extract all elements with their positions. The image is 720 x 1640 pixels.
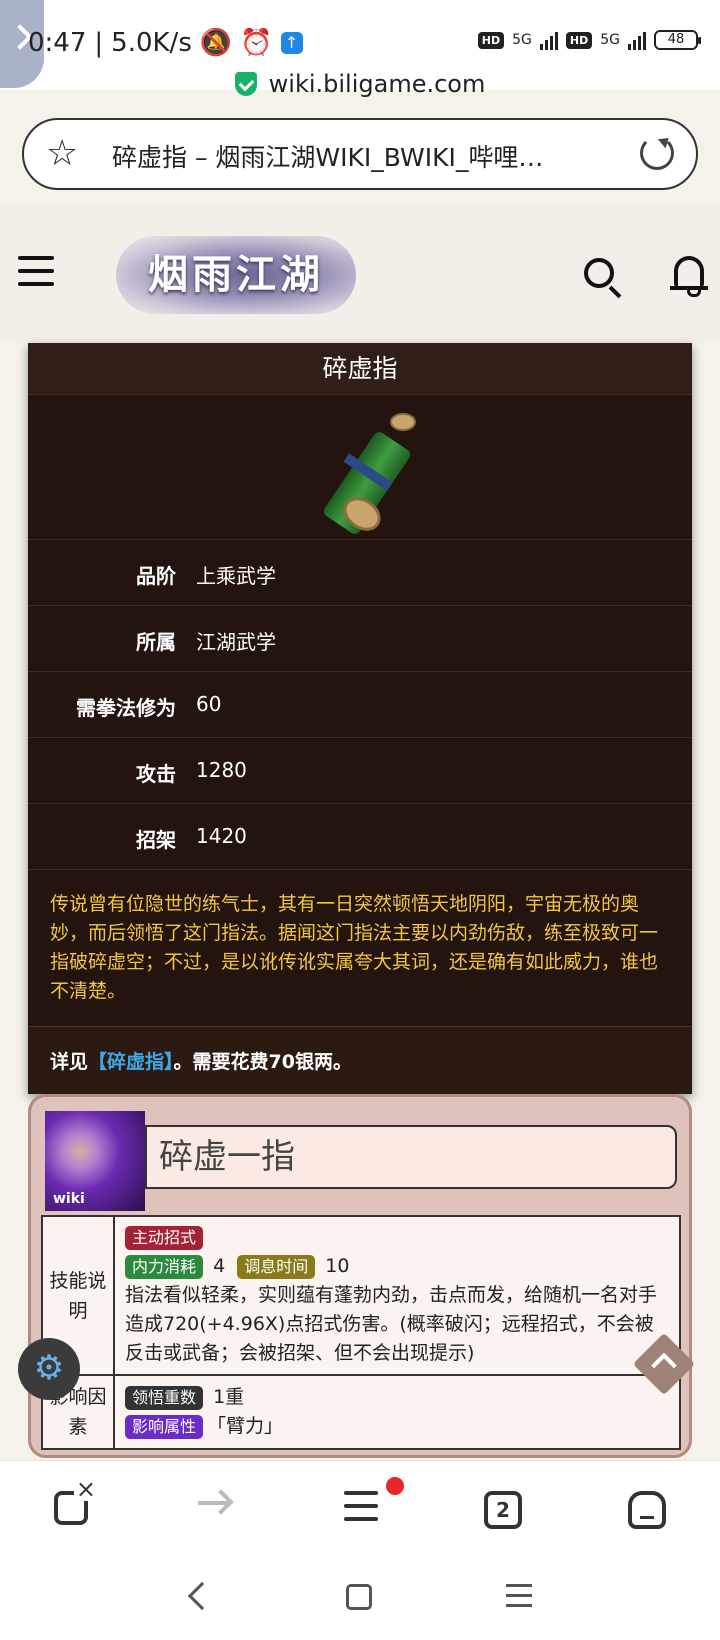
battery-icon: 48 [654,30,701,50]
factor-cell: 领悟重数 1重 影响属性 「臂力」 [113,1374,681,1450]
row-value: 60 [196,692,222,716]
row-key: 品阶 [136,564,176,588]
row-value: 1280 [196,758,247,782]
row-value: 1420 [196,824,247,848]
secure-domain: wiki.biligame.com [0,70,720,98]
row-key: 招架 [136,828,176,852]
skill-card: wiki 碎虚一指 技能说明 主动招式 内力消耗 4 调息时间 10 指法看似轻… [28,1094,692,1458]
status-right: HD 5G HD 5G 48 [477,30,701,50]
home-icon[interactable] [628,1491,666,1529]
status-left: 0:47 | 5.0K/s 🔕 ⏰ ↑ [28,28,303,58]
layers-value: 1重 [213,1386,245,1408]
row-key: 需拳法修为 [76,696,176,720]
site-logo[interactable]: 烟雨江湖 [116,236,356,314]
star-icon[interactable]: ☆ [46,134,78,174]
infobox-title: 碎虚指 [28,343,692,395]
hd-badge: HD [477,31,505,49]
skill-link[interactable]: 【碎虚指】 [88,1051,174,1073]
back-icon[interactable] [187,1581,217,1611]
row-key: 攻击 [136,762,176,786]
infobox-row-requirement: 需拳法修为 60 [28,671,692,737]
alarm-icon: ⏰ [240,28,273,58]
layers-tag: 领悟重数 [125,1386,204,1410]
infobox-row-attack: 攻击 1280 [28,737,692,803]
infobox-image [28,395,692,539]
address-bar[interactable]: ☆ 碎虚指 – 烟雨江湖WIKI_BWIKI_哔哩… [22,118,698,190]
forward-icon[interactable] [198,1501,228,1505]
bell-icon[interactable] [670,256,708,297]
row-key: 所属 [136,630,176,654]
table-row: 技能说明 主动招式 内力消耗 4 调息时间 10 指法看似轻柔，实则蕴有蓬勃内劲… [41,1215,681,1376]
tabs-button[interactable]: 2 [484,1491,522,1529]
network-label-2: 5G [600,32,620,48]
cooldown-value: 10 [325,1255,350,1277]
hd-badge-2: HD [565,31,593,49]
skill-desc-text: 指法看似轻柔，实则蕴有蓬勃内劲，击点而发，给随机一名对手造成720(+4.96X… [125,1284,658,1364]
settings-gear-icon[interactable]: ⚙ [18,1338,80,1400]
close-page-icon[interactable] [54,1477,98,1525]
infobox-row-grade: 品阶 上乘武学 [28,539,692,605]
scroll-icon [321,413,432,538]
skill-table: 技能说明 主动招式 内力消耗 4 调息时间 10 指法看似轻柔，实则蕴有蓬勃内劲… [41,1215,681,1450]
page-title[interactable]: 碎虚指 – 烟雨江湖WIKI_BWIKI_哔哩… [112,138,612,174]
system-nav [0,1556,720,1640]
search-icon[interactable] [584,258,614,288]
reload-icon[interactable] [640,136,674,170]
status-time: 0:47 [28,28,87,58]
signal-icon-2 [628,30,646,50]
menu-icon[interactable] [18,256,54,295]
thumb-watermark: wiki [53,1191,85,1207]
table-row: 影响因素 领悟重数 1重 影响属性 「臂力」 [41,1374,681,1450]
infobox-row-parry: 招架 1420 [28,803,692,869]
inner-cost-value: 4 [213,1255,226,1277]
infobox-description: 传说曾有位隐世的练气士，其有一日突然顿悟天地阴阳，宇宙无极的奥妙，而后领悟了这门… [28,869,692,1026]
skill-name: 碎虚一指 [145,1125,677,1189]
infobox-row-category: 所属 江湖武学 [28,605,692,671]
cooldown-tag: 调息时间 [237,1255,316,1279]
network-label: 5G [512,32,532,48]
upload-icon: ↑ [280,32,303,54]
skill-thumbnail: wiki [45,1111,145,1211]
domain-text: wiki.biligame.com [268,70,486,98]
attribute-tag: 影响属性 [125,1415,204,1439]
status-speed: 5.0K/s [111,28,192,58]
home-square-icon[interactable] [346,1584,372,1610]
recents-icon[interactable] [506,1584,532,1614]
active-move-tag: 主动招式 [125,1226,204,1250]
menu-icon-bottom[interactable] [344,1477,404,1530]
skill-desc-cell: 主动招式 内力消耗 4 调息时间 10 指法看似轻柔，实则蕴有蓬勃内劲，击点而发… [113,1215,681,1376]
inner-cost-tag: 内力消耗 [125,1255,204,1279]
notification-dot [386,1477,404,1495]
status-bar: 0:47 | 5.0K/s 🔕 ⏰ ↑ HD 5G HD 5G 48 wiki.… [0,0,720,98]
signal-icon [539,30,558,50]
site-header: 烟雨江湖 [0,206,720,342]
infobox-more: 详见【碎虚指】。需要花费70银两。 [28,1026,692,1094]
infobox: 碎虚指 品阶 上乘武学 所属 江湖武学 需拳法修为 60 攻击 1280 招架 … [28,343,692,1094]
shield-icon [234,72,257,96]
mute-icon: 🔕 [199,28,233,58]
row-value: 江湖武学 [196,630,276,654]
row-value: 上乘武学 [196,564,276,588]
attribute-value: 「臂力」 [207,1415,284,1437]
browser-toolbar: 2 [0,1460,720,1556]
